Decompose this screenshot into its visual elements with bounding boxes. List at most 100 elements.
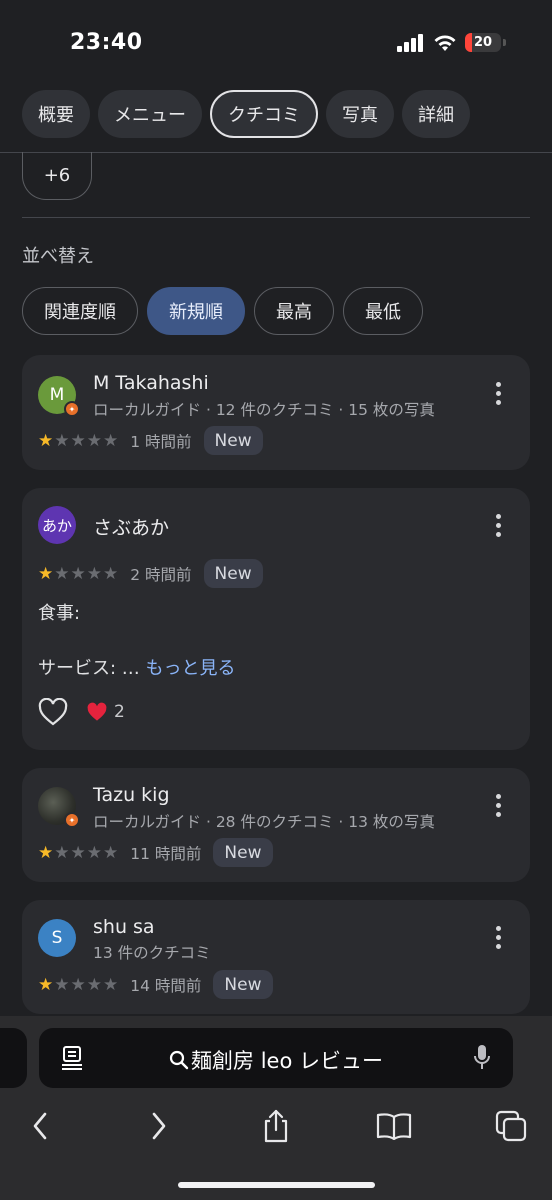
avatar-photo[interactable]: ✦ [38,787,80,828]
share-button[interactable] [256,1106,296,1146]
new-badge: New [203,559,263,588]
reviewer-name[interactable]: M Takahashi [93,372,209,394]
reaction-count: 2 [114,702,125,722]
star-empty-icon: ★ [70,430,86,451]
avatar[interactable]: S [38,919,76,957]
star-empty-icon: ★ [70,974,86,995]
star-rating: ★ ★ ★ ★ ★ [38,975,118,995]
address-bar[interactable]: 麺創房 leo レビュー [39,1028,513,1088]
share-icon [264,1109,288,1143]
like-heart-icon[interactable] [38,698,68,726]
sort-options: 関連度順 新規順 最高 最低 [22,287,423,335]
reviewer-meta: 13 件のクチコミ [93,944,211,962]
reviewer-name[interactable]: shu sa [93,916,155,938]
star-filled-icon: ★ [38,974,54,995]
more-options-icon[interactable] [486,791,510,819]
rating-row: ★ ★ ★ ★ ★ 1 時間前 New [38,426,263,455]
bookmarks-button[interactable] [374,1106,414,1146]
tabs-overview-icon [495,1110,527,1142]
review-text-line: 食事: [38,603,81,624]
review-text-excerpt: サービス: … [38,658,146,679]
sort-label: 並べ替え [22,246,94,267]
avatar[interactable]: あか [38,506,76,544]
battery-indicator: 20 [465,33,506,52]
local-guide-badge-icon: ✦ [64,812,80,828]
rating-row: ★ ★ ★ ★ ★ 2 時間前 New [38,559,263,588]
chevron-left-icon [33,1112,47,1140]
review-card: ✦ Tazu kig ローカルガイド · 28 件のクチコミ · 13 枚の写真… [22,768,530,882]
avatar-initial: M [49,385,65,405]
tab-details[interactable]: 詳細 [402,90,470,138]
reviewer-meta: ローカルガイド · 12 件のクチコミ · 15 枚の写真 [93,401,435,419]
chevron-right-icon [152,1112,166,1140]
reaction-summary[interactable]: 2 [86,702,125,722]
star-empty-icon: ★ [103,842,119,863]
star-filled-icon: ★ [38,563,54,584]
rating-row: ★ ★ ★ ★ ★ 14 時間前 New [38,970,273,999]
star-empty-icon: ★ [86,842,102,863]
star-empty-icon: ★ [70,842,86,863]
book-icon [376,1113,412,1140]
star-empty-icon: ★ [86,974,102,995]
red-heart-icon [87,702,107,721]
star-empty-icon: ★ [86,563,102,584]
tab-reviews[interactable]: クチコミ [210,90,318,138]
sort-lowest-chip[interactable]: 最低 [343,287,423,335]
reviewer-meta: ローカルガイド · 28 件のクチコミ · 13 枚の写真 [93,813,435,831]
home-indicator [178,1182,375,1188]
more-filters-chip[interactable]: +6 [22,152,92,200]
reviewer-name[interactable]: Tazu kig [93,784,170,806]
cellular-signal-icon [397,33,423,52]
status-time: 23:40 [70,30,143,55]
tab-photos[interactable]: 写真 [326,90,394,138]
more-options-icon[interactable] [486,511,510,539]
more-options-icon[interactable] [486,923,510,951]
reactions-row: 2 [38,698,125,726]
review-time: 2 時間前 [130,565,192,584]
forward-button[interactable] [139,1106,179,1146]
review-time: 14 時間前 [130,976,202,995]
star-empty-icon: ★ [54,563,70,584]
star-empty-icon: ★ [54,974,70,995]
avatar-initial: あか [41,516,72,535]
review-card: S shu sa 13 件のクチコミ ★ ★ ★ ★ ★ 14 時間前 New [22,900,530,1014]
back-button[interactable] [20,1106,60,1146]
star-filled-icon: ★ [38,430,54,451]
address-query: 麺創房 leo レビュー [191,1049,383,1073]
tab-overview[interactable]: 概要 [22,90,90,138]
sort-relevance-chip[interactable]: 関連度順 [22,287,138,335]
avatar[interactable]: M ✦ [38,376,80,417]
sort-highest-chip[interactable]: 最高 [254,287,334,335]
more-options-icon[interactable] [486,379,510,407]
tabs-button[interactable] [491,1106,531,1146]
review-time: 1 時間前 [130,432,192,451]
star-rating: ★ ★ ★ ★ ★ [38,564,118,584]
tab-menu[interactable]: メニュー [98,90,202,138]
new-badge: New [203,426,263,455]
review-card: あか さぶあか ★ ★ ★ ★ ★ 2 時間前 New 食事: サービス: … もっと見… [22,488,530,750]
rating-row: ★ ★ ★ ★ ★ 11 時間前 New [38,838,273,867]
star-empty-icon: ★ [54,842,70,863]
battery-level: 20 [473,35,493,50]
star-filled-icon: ★ [38,842,54,863]
star-empty-icon: ★ [86,430,102,451]
previous-tab-peek[interactable] [0,1028,27,1088]
new-badge: New [213,838,273,867]
review-text-line: サービス: … もっと見る [38,654,236,680]
sort-newest-chip[interactable]: 新規順 [147,287,245,335]
star-empty-icon: ★ [103,430,119,451]
status-icons: 20 [397,33,506,52]
read-more-link[interactable]: もっと見る [146,658,236,679]
star-rating: ★ ★ ★ ★ ★ [38,843,118,863]
star-empty-icon: ★ [103,563,119,584]
star-empty-icon: ★ [103,974,119,995]
microphone-icon[interactable] [473,1044,491,1072]
address-text[interactable]: 麺創房 leo レビュー [39,1045,513,1075]
place-tabs: 概要 メニュー クチコミ 写真 詳細 [22,90,470,138]
reviewer-name[interactable]: さぶあか [93,513,169,540]
review-time: 11 時間前 [130,844,202,863]
star-rating: ★ ★ ★ ★ ★ [38,431,118,451]
browser-bottom-bar: 麺創房 leo レビュー [0,1016,552,1200]
star-empty-icon: ★ [70,563,86,584]
star-empty-icon: ★ [54,430,70,451]
